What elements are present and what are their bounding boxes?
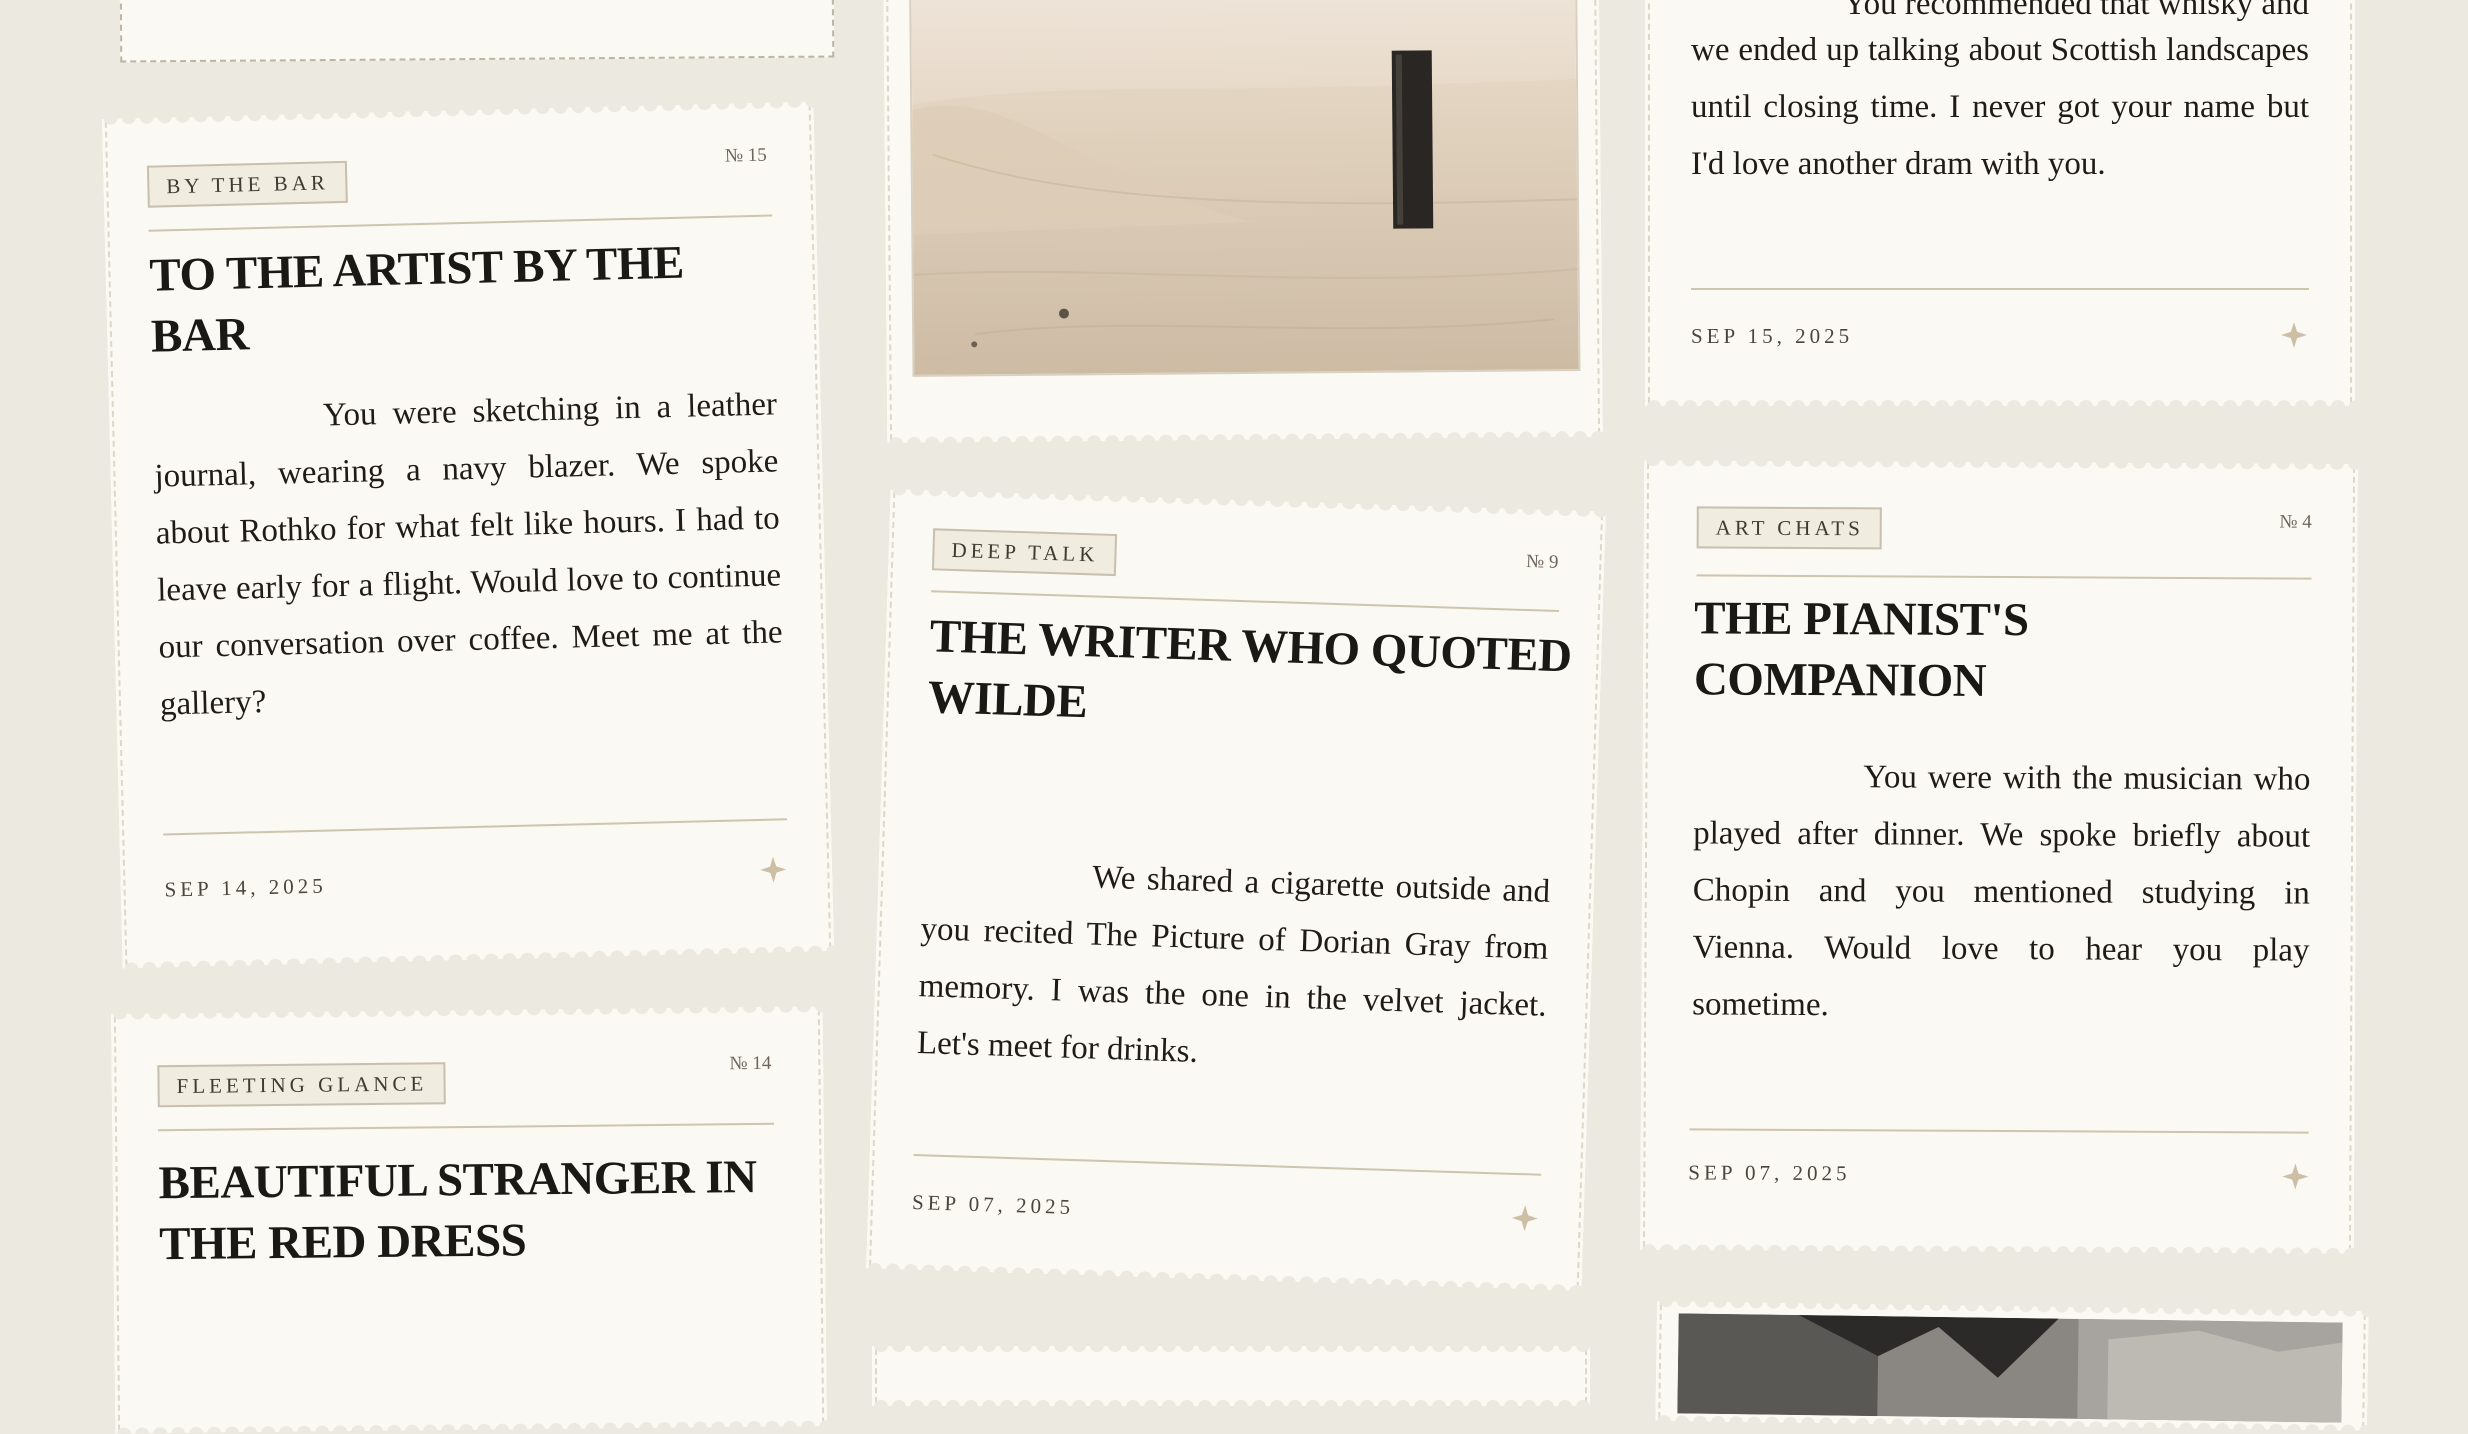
category-tag[interactable]: ART CHATS [1696,506,1882,550]
category-tag[interactable]: BY THE BAR [146,160,348,208]
category-tag[interactable]: FLEETING GLANCE [157,1062,446,1108]
divider [1696,574,2312,580]
card-date: SEP 15, 2025 [1691,324,1854,348]
card-pianists-companion[interactable]: ART CHATS № 4 THE PIANIST'S COMPANION Yo… [1639,460,2359,1254]
card-title: TO THE ARTIST BY THE BAR [148,236,685,363]
divider [1691,288,2309,290]
card-body: You were sketching in a leather journal,… [154,386,783,723]
four-point-star-icon [760,856,787,883]
card-title: BEAUTIFUL STRANGER IN THE RED DRESS [158,1150,757,1271]
four-point-star-icon [2281,322,2307,348]
card-artist-by-the-bar[interactable]: BY THE BAR № 15 TO THE ARTIST BY THE BAR… [101,101,835,969]
four-point-star-icon [1511,1205,1538,1232]
monochrome-photo [1677,1313,2343,1423]
card-number: № 15 [724,144,768,167]
divider [163,818,788,836]
card-partial-bottom-middle[interactable] [872,1346,1590,1406]
card-partial-top-left[interactable] [119,0,835,63]
photo-card-partial-bottom-right[interactable] [1655,1301,2369,1431]
desert-monolith-photo [909,0,1581,377]
card-date: SEP 07, 2025 [911,1189,1075,1220]
divider [913,1154,1542,1176]
card-date: SEP 07, 2025 [1688,1160,1851,1186]
card-beautiful-stranger[interactable]: FLEETING GLANCE № 14 BEAUTIFUL STRANGER … [110,1006,828,1434]
card-title: THE WRITER WHO QUOTED WILDE [927,610,1573,729]
divider [158,1122,775,1132]
card-body: we ended up talking about Scottish lands… [1691,32,2309,182]
photo-card-desert[interactable] [882,0,1604,444]
card-number: № 14 [729,1052,772,1075]
card-number: № 4 [2279,511,2312,533]
card-body: We shared a cigarette outside and you re… [916,859,1551,1070]
card-whisky[interactable]: You recommended that whisky and we ended… [1645,0,2355,406]
card-title: THE PIANIST'S COMPANION [1693,592,2029,707]
category-tag[interactable]: DEEP TALK [931,528,1118,577]
card-date: SEP 14, 2025 [164,873,327,902]
four-point-star-icon [2282,1163,2309,1190]
card-number: № 9 [1525,550,1559,573]
card-writer-quoted-wilde[interactable]: DEEP TALK № 9 THE WRITER WHO QUOTED WILD… [865,488,1607,1292]
divider [148,214,773,232]
divider [1689,1128,2309,1134]
card-body: You were with the musician who played af… [1692,759,2311,1024]
